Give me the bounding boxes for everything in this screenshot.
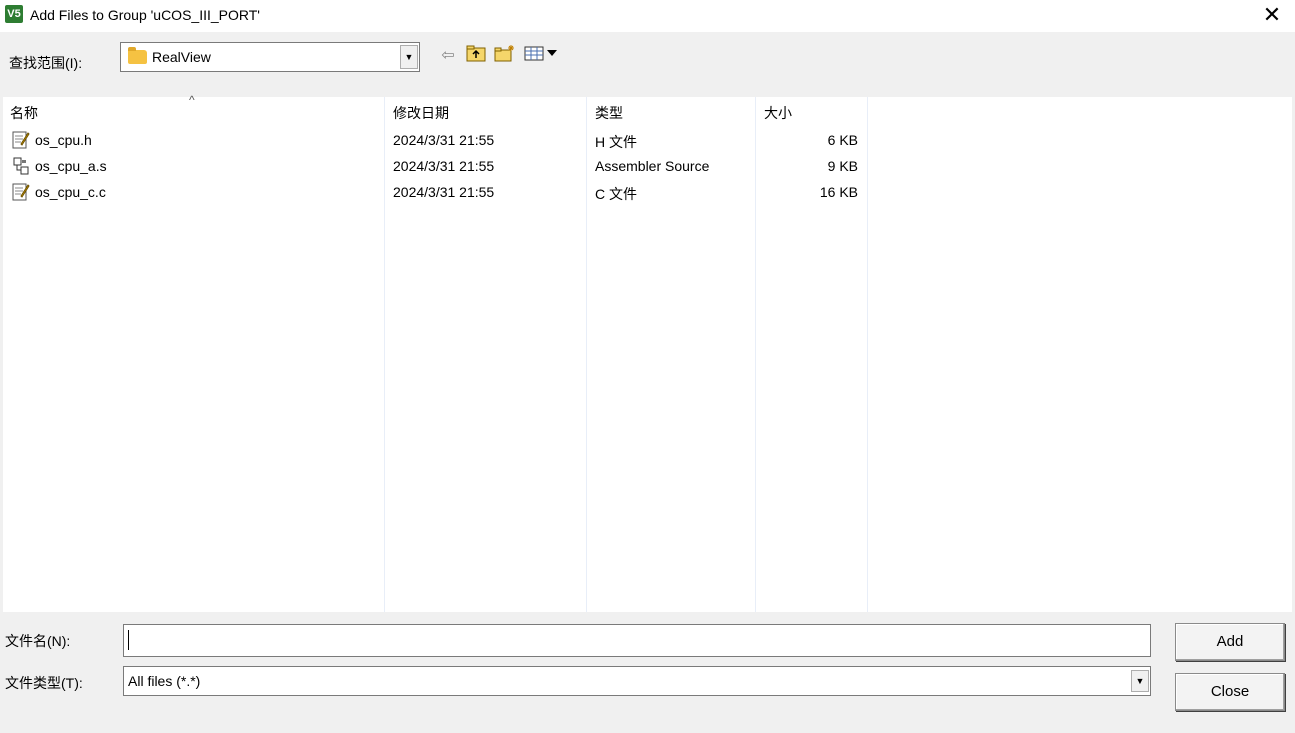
file-size: 9 KB [827, 158, 858, 174]
window-title: Add Files to Group 'uCOS_III_PORT' [30, 7, 260, 23]
folder-icon [128, 47, 147, 64]
add-button[interactable]: Add [1175, 623, 1285, 661]
file-type-combo[interactable]: All files (*.*) ▼ [123, 666, 1151, 696]
close-button[interactable]: Close [1175, 673, 1285, 711]
file-name: os_cpu.h [35, 132, 92, 148]
keil-app-icon: V5 [5, 5, 23, 23]
text-file-icon [12, 182, 30, 202]
back-icon[interactable]: ⇦ [438, 44, 458, 68]
file-row[interactable]: os_cpu_a.s 2024/3/31 21:55 Assembler Sou… [3, 154, 869, 180]
chevron-down-icon[interactable]: ▼ [400, 45, 418, 69]
file-size: 6 KB [827, 132, 858, 148]
file-type-value: All files (*.*) [128, 673, 201, 689]
file-modified: 2024/3/31 21:55 [393, 158, 495, 174]
file-type: Assembler Source [595, 158, 710, 174]
file-name: os_cpu_c.c [35, 184, 106, 200]
file-name: os_cpu_a.s [35, 158, 107, 174]
look-in-value: RealView [152, 49, 211, 65]
file-name-label: 文件名(N): [5, 633, 71, 649]
file-type-label: 文件类型(T): [5, 675, 83, 691]
column-header-size[interactable]: 大小 [764, 103, 792, 123]
column-header-name[interactable]: 名称 [10, 103, 38, 123]
file-size: 16 KB [819, 184, 858, 200]
file-name-input[interactable] [123, 624, 1151, 657]
file-modified: 2024/3/31 21:55 [393, 184, 495, 200]
look-in-combo[interactable]: RealView ▼ [120, 42, 420, 72]
view-menu-icon[interactable] [522, 44, 560, 68]
file-type: H 文件 [595, 134, 637, 150]
text-file-icon [12, 130, 30, 150]
file-modified: 2024/3/31 21:55 [393, 132, 495, 148]
new-folder-icon[interactable] [493, 44, 517, 68]
file-row[interactable]: os_cpu_c.c 2024/3/31 21:55 C 文件 16 KB [3, 180, 869, 206]
title-bar: V5 Add Files to Group 'uCOS_III_PORT' ✕ [0, 0, 1295, 32]
assembler-file-icon [12, 156, 30, 176]
look-in-label: 查找范围(I): [9, 55, 83, 71]
file-type: C 文件 [595, 186, 637, 202]
chevron-down-icon[interactable]: ▼ [1131, 670, 1149, 692]
sort-ascending-icon: ^ [189, 93, 195, 107]
up-folder-icon[interactable] [464, 44, 488, 68]
column-header-type[interactable]: 类型 [595, 103, 623, 123]
text-caret [128, 630, 129, 650]
file-list-view[interactable]: ^ 名称 修改日期 类型 大小 os_cpu.h 2024/3/31 21:55… [3, 93, 1292, 612]
column-header-modified[interactable]: 修改日期 [393, 103, 449, 123]
file-row[interactable]: os_cpu.h 2024/3/31 21:55 H 文件 6 KB [3, 128, 869, 154]
close-window-button[interactable]: ✕ [1249, 0, 1295, 32]
